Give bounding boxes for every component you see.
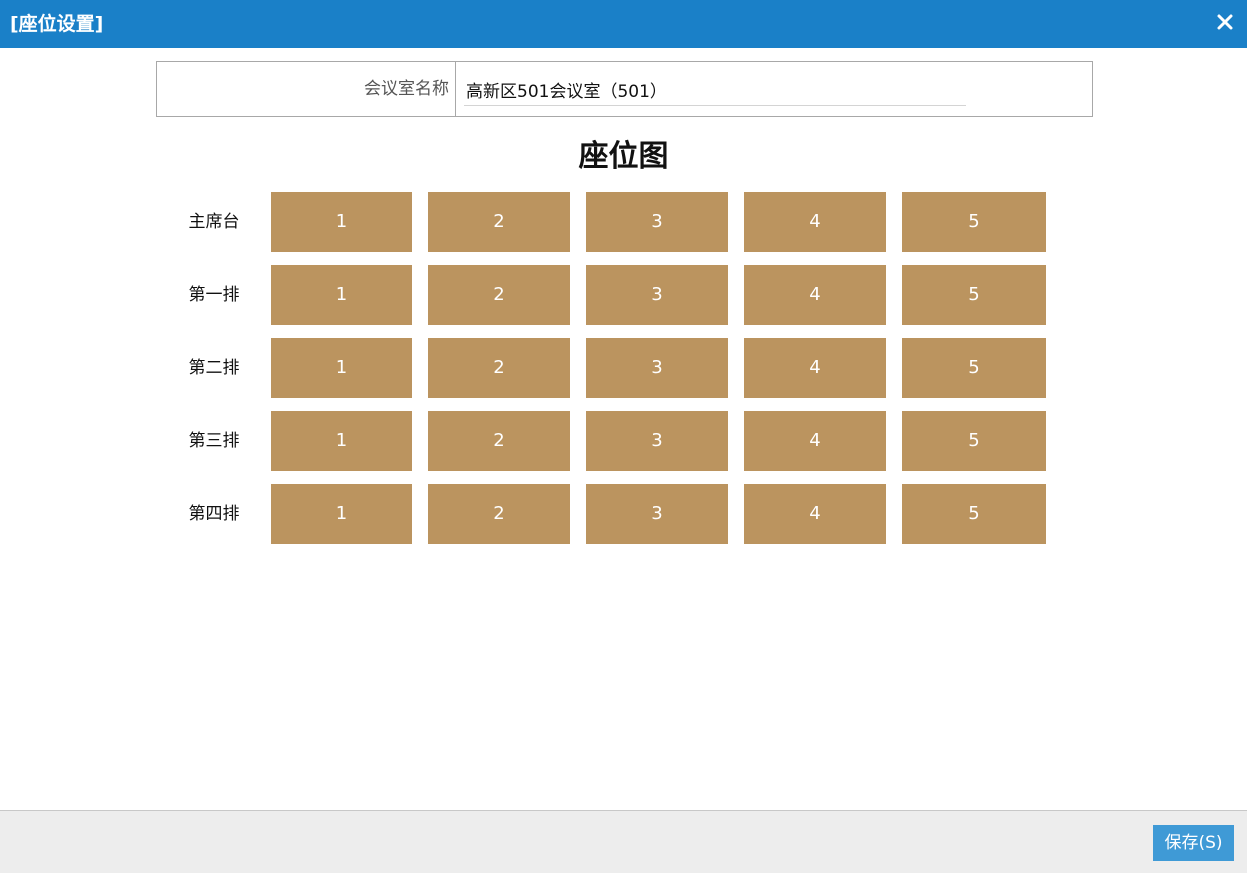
seat-button[interactable]: 3 xyxy=(586,411,728,471)
seat-button[interactable]: 2 xyxy=(428,484,570,544)
dialog-title: [座位设置] xyxy=(10,13,104,35)
close-icon-glyph xyxy=(1217,14,1233,30)
seat-button[interactable]: 5 xyxy=(902,265,1046,325)
row-label: 第二排 xyxy=(188,358,240,378)
seat-button[interactable]: 4 xyxy=(744,192,886,252)
seat-button[interactable]: 1 xyxy=(271,484,412,544)
seat-button[interactable]: 5 xyxy=(902,192,1046,252)
room-name-input[interactable] xyxy=(464,74,966,106)
room-name-row: 会议室名称 xyxy=(156,61,1093,117)
seat-row-0: 主席台 1 2 3 4 5 xyxy=(160,192,1060,252)
seat-map-title: 座位图 xyxy=(578,139,669,174)
seat-button[interactable]: 2 xyxy=(428,411,570,471)
dialog-titlebar: [座位设置] xyxy=(0,0,1247,48)
seat-button[interactable]: 3 xyxy=(586,484,728,544)
room-name-label: 会议室名称 xyxy=(364,79,449,99)
seat-button[interactable]: 2 xyxy=(428,192,570,252)
seat-row-4: 第四排 1 2 3 4 5 xyxy=(160,484,1060,544)
row-label: 第三排 xyxy=(188,431,240,451)
seat-button[interactable]: 5 xyxy=(902,338,1046,398)
dialog-footer: 保存(S) xyxy=(0,810,1247,873)
seat-button[interactable]: 1 xyxy=(271,265,412,325)
seat-button[interactable]: 5 xyxy=(902,484,1046,544)
seat-button[interactable]: 1 xyxy=(271,338,412,398)
close-icon[interactable] xyxy=(1211,8,1239,36)
row-label: 第一排 xyxy=(188,285,240,305)
row-label: 第四排 xyxy=(188,504,240,524)
room-name-label-cell: 会议室名称 xyxy=(157,62,456,116)
seat-button[interactable]: 1 xyxy=(271,411,412,471)
seat-button[interactable]: 5 xyxy=(902,411,1046,471)
row-label: 主席台 xyxy=(188,212,240,232)
seat-row-2: 第二排 1 2 3 4 5 xyxy=(160,338,1060,398)
save-button[interactable]: 保存(S) xyxy=(1153,825,1234,861)
seat-button[interactable]: 2 xyxy=(428,265,570,325)
seat-button[interactable]: 1 xyxy=(271,192,412,252)
seat-button[interactable]: 3 xyxy=(586,265,728,325)
seat-button[interactable]: 3 xyxy=(586,192,728,252)
seat-button[interactable]: 4 xyxy=(744,484,886,544)
seat-button[interactable]: 4 xyxy=(744,338,886,398)
seat-button[interactable]: 3 xyxy=(586,338,728,398)
seat-button[interactable]: 2 xyxy=(428,338,570,398)
seat-row-3: 第三排 1 2 3 4 5 xyxy=(160,411,1060,471)
seat-row-1: 第一排 1 2 3 4 5 xyxy=(160,265,1060,325)
seat-button[interactable]: 4 xyxy=(744,411,886,471)
seat-button[interactable]: 4 xyxy=(744,265,886,325)
